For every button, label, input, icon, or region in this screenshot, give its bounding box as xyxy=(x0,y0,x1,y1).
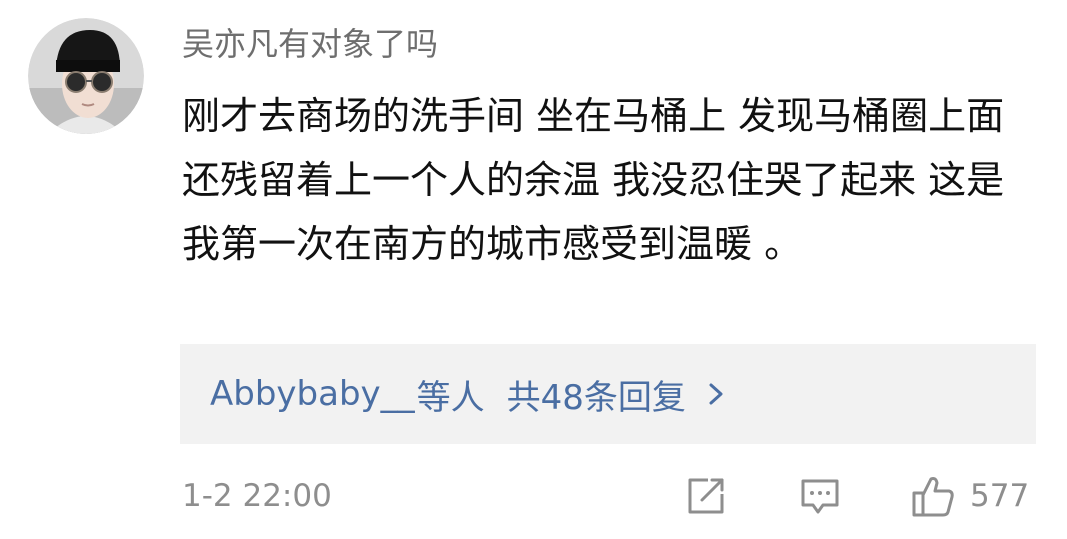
reply-count-link[interactable]: 共48条回复 xyxy=(507,370,686,419)
replies-preview[interactable]: Abbybaby__ 等人 共48条回复 xyxy=(180,344,1036,444)
comment-username[interactable]: 吴亦凡有对象了吗 xyxy=(182,22,438,66)
reply-suffix: 等人 xyxy=(416,377,485,418)
comment-body: 刚才去商场的洗手间 坐在马桶上 发现马桶圈上面还残留着上一个人的余温 我没忍住哭… xyxy=(182,94,1005,266)
comment-timestamp: 1-2 22:00 xyxy=(182,478,332,514)
share-button[interactable] xyxy=(684,470,732,522)
thumbs-up-icon xyxy=(912,477,954,517)
like-count: 577 xyxy=(970,478,1030,514)
avatar-image xyxy=(28,18,144,134)
reply-user-link[interactable]: Abbybaby__ xyxy=(210,374,415,414)
comment-button[interactable] xyxy=(798,470,846,522)
like-button[interactable]: 577 xyxy=(910,470,1040,522)
comment-icon xyxy=(801,479,839,514)
chevron-right-icon xyxy=(709,383,723,405)
share-icon xyxy=(688,478,724,514)
avatar[interactable] xyxy=(28,18,144,134)
